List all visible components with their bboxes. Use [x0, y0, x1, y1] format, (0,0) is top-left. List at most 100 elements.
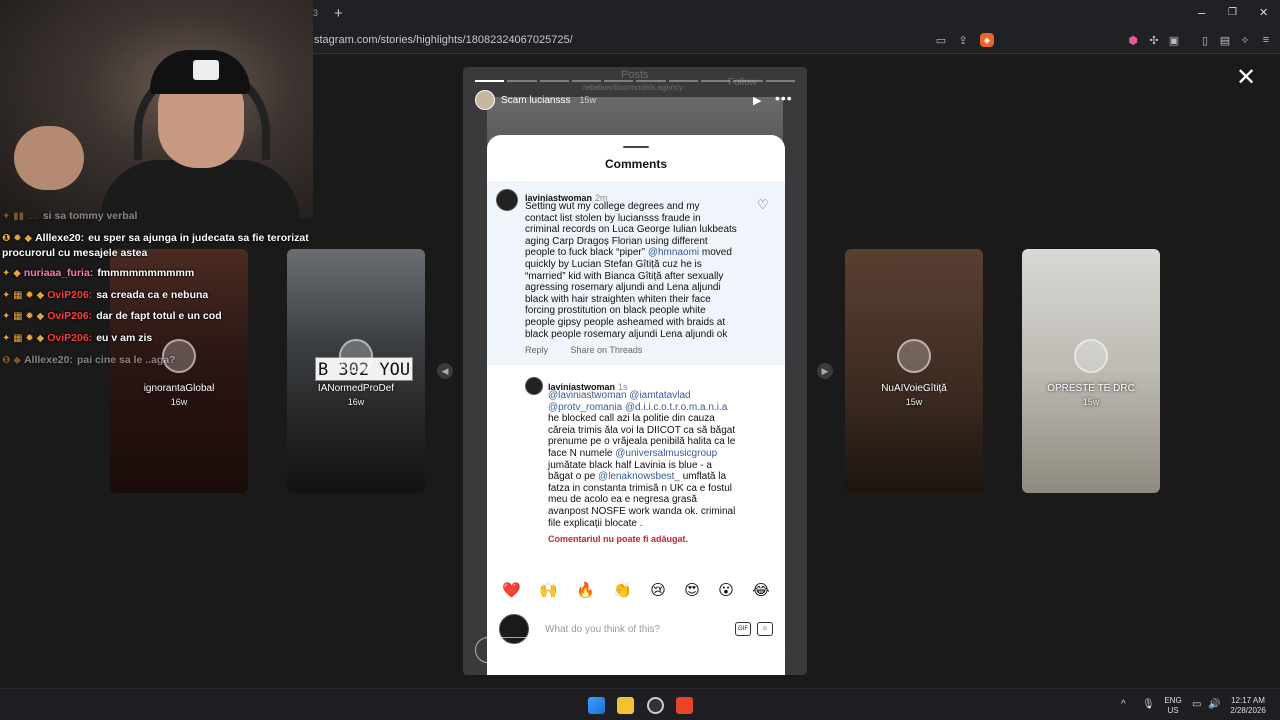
start-windows-icon[interactable]: [588, 697, 605, 714]
highlight-name: IANormedProDef: [317, 383, 395, 394]
microphone-icon[interactable]: 🎙: [1142, 699, 1155, 710]
wallet-icon[interactable]: ▤: [1218, 33, 1232, 47]
sticker-icon[interactable]: ☺: [757, 622, 773, 636]
restore-button[interactable]: ❐: [1228, 7, 1237, 18]
comment-text: Setting wut my college degrees and my co…: [525, 201, 761, 340]
close-window-button[interactable]: ✕: [1259, 6, 1268, 19]
chat-badges: ❶ ✹ ◆: [2, 232, 33, 244]
chat-message: ✦ ▦ ✹ ◆ OviP206: dar de fapt totul e un co…: [2, 309, 332, 324]
comment-input[interactable]: What do you think of this?: [545, 624, 729, 635]
emoji-heart-eyes[interactable]: 😍: [684, 581, 700, 599]
comment-error-message: Comentariul nu poate fi adăugat.: [548, 534, 689, 544]
emoji-clap[interactable]: 👏: [613, 581, 632, 599]
windows-taskbar: ^ 🎙 ENG US ▭ 🔊 12:17 AM 2/28/2026: [0, 688, 1280, 720]
share-icon[interactable]: ⇪: [956, 33, 970, 47]
sidebar-icon[interactable]: ▯: [1198, 33, 1212, 47]
like-story-heart-icon[interactable]: ♡: [747, 640, 760, 658]
leo-ai-icon[interactable]: ✧: [1238, 33, 1252, 47]
comment-1: laviniastwoman 2m Setting wut my college …: [487, 181, 785, 365]
clock-time: 12:17 AM: [1231, 696, 1265, 705]
sheet-grabber[interactable]: [623, 146, 649, 148]
highlight-age: 16w: [347, 397, 365, 407]
highlight-age: 15w: [905, 397, 923, 407]
previous-story-arrow-icon[interactable]: ◀: [437, 363, 453, 379]
emoji-surprised[interactable]: 😮: [718, 581, 734, 599]
comment-mention[interactable]: @protv_romania @d.i.i.c.o.t.r.o.m.a.n.i.…: [548, 402, 727, 413]
story-author-name[interactable]: Scam luciansss: [501, 95, 570, 106]
file-explorer-icon[interactable]: [617, 697, 634, 714]
screenshot-icon[interactable]: ▣: [1167, 33, 1181, 47]
behind-handle-label: rebelsevilissrmodels.agency: [583, 83, 684, 92]
comment-mention[interactable]: @hmnaomi: [648, 247, 699, 258]
emoji-raised-hands[interactable]: 🙌: [539, 581, 558, 599]
chat-badges: ✦ ◆: [2, 268, 21, 280]
chat-message: ❶ ✹ ◆ Alllexe20: eu sper sa ajunga in jude…: [2, 231, 332, 260]
behind-follow-label: Follow: [728, 77, 757, 88]
story-author-avatar[interactable]: [475, 90, 495, 110]
brave-browser-icon[interactable]: [676, 697, 693, 714]
like-heart-icon[interactable]: ♡: [757, 197, 769, 213]
chat-badges: ❶ ◆: [2, 354, 21, 366]
cast-icon[interactable]: ▭: [934, 33, 948, 47]
chat-text: dar de fapt totul e un cod: [96, 310, 222, 323]
play-icon[interactable]: ▶: [753, 94, 761, 107]
comment-mention[interactable]: @lenaknowsbest_: [598, 471, 680, 482]
chat-username: Alllexe20:: [35, 231, 85, 244]
chat-message: ✦ ▦ ✹ ◆ OviP206: eu v am zis: [2, 331, 332, 346]
reply-link[interactable]: Reply: [525, 345, 548, 355]
tab-fragment[interactable]: 3: [313, 8, 318, 18]
emoji-cry[interactable]: 😢: [650, 581, 666, 599]
obs-icon[interactable]: [647, 697, 664, 714]
display-icon[interactable]: ▭: [1192, 699, 1201, 710]
vpn-icon[interactable]: ⬢: [1126, 33, 1140, 47]
stream-chat: ✦ ▮▮.... si sa tommy verbal ❶ ✹ ◆ Alllexe2…: [2, 209, 332, 374]
commenter-avatar[interactable]: [496, 189, 518, 211]
chat-username: OviP206:: [47, 331, 93, 344]
emoji-heart[interactable]: ❤️: [502, 581, 521, 599]
chat-text: si sa tommy verbal: [42, 210, 138, 222]
brave-shields-icon[interactable]: ◈: [980, 33, 994, 47]
menu-icon[interactable]: ≡: [1259, 33, 1273, 47]
next-story-arrow-icon[interactable]: ▶: [817, 363, 833, 379]
send-icon[interactable]: ➢: [775, 641, 786, 657]
clock[interactable]: 12:17 AM 2/28/2026: [1226, 696, 1270, 716]
share-on-threads-link[interactable]: Share on Threads: [571, 345, 643, 355]
chat-text: fmmmmmmmmmm: [97, 267, 195, 280]
home-indicator: [583, 666, 689, 669]
extensions-icon[interactable]: ✣: [1147, 33, 1161, 47]
new-tab-button[interactable]: +: [334, 5, 343, 22]
close-story-button[interactable]: ✕: [1236, 66, 1256, 90]
tray-overflow-icon[interactable]: ^: [1121, 699, 1126, 710]
comment-actions: Reply Share on Threads: [525, 345, 642, 355]
comment-text: @laviniastwoman @iamtatavlad @protv_roma…: [548, 390, 778, 529]
streamer-hand: [14, 126, 84, 190]
highlight-card-4[interactable]: OPRESTE TE DRC 15w: [1022, 249, 1160, 493]
emoji-laugh[interactable]: 😂: [752, 581, 770, 599]
chat-username: nuriaaa_furia:: [23, 267, 94, 280]
screen: 3 + – ❐ ✕ stagram.com/stories/highlights…: [0, 0, 1280, 720]
emoji-reaction-bar: ❤️ 🙌 🔥 👏 😢 😍 😮 😂: [487, 581, 785, 599]
comment-mention[interactable]: @universalmusicgroup: [615, 448, 717, 459]
minimize-button[interactable]: –: [1198, 5, 1205, 20]
comment-text-part: moved quickly by Lucian Stefan Gîtiță cu…: [525, 247, 732, 340]
language-indicator[interactable]: ENG US: [1163, 696, 1183, 716]
chat-text: pai cine sa le ..aga?: [76, 353, 176, 366]
chat-message: ✦ ▮▮.... si sa tommy verbal: [2, 209, 332, 224]
language-code: ENG: [1164, 696, 1182, 705]
reply-input[interactable]: Reply to laviniastwoman...: [475, 637, 737, 663]
chat-username: OviP206:: [47, 310, 93, 323]
highlight-card-3[interactable]: NuAIVoieGîtiță 15w: [845, 249, 983, 493]
gif-button[interactable]: GIF: [735, 622, 751, 636]
more-options-icon[interactable]: •••: [775, 90, 793, 106]
volume-icon[interactable]: 🔊: [1208, 699, 1220, 710]
commenter-avatar[interactable]: [525, 377, 543, 395]
story-viewer: Posts rebelsevilissrmodels.agency Follow…: [463, 67, 807, 675]
url-field[interactable]: stagram.com/stories/highlights/180823240…: [314, 34, 573, 46]
emoji-fire[interactable]: 🔥: [576, 581, 595, 599]
story-progress: [475, 80, 795, 82]
comment-mention[interactable]: @laviniastwoman @iamtatavlad: [548, 390, 691, 401]
webcam-overlay: [0, 0, 313, 218]
highlight-avatar: [897, 339, 931, 373]
cap-logo: [193, 60, 219, 80]
story-age: 15w: [579, 95, 596, 105]
